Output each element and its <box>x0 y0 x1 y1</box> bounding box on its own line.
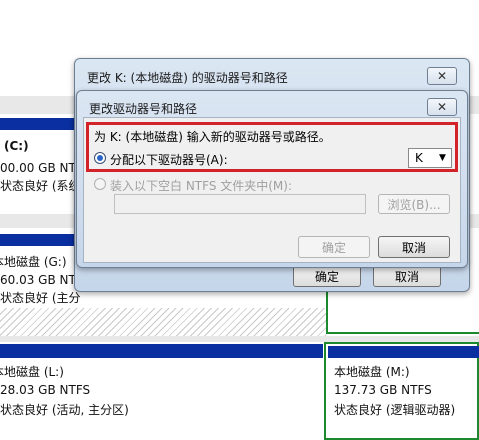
outer-cancel-button[interactable]: 取消 <box>373 265 441 287</box>
drive-letter-select[interactable]: K ▼ <box>408 148 452 168</box>
outer-ok-button[interactable]: 确定 <box>293 265 361 287</box>
partition-c-title: (C:) <box>4 139 29 153</box>
change-drive-letter-path-dialog: 更改驱动器号和路径 ✕ 为 K: (本地磁盘) 输入新的驱动器号或路径。 分配以… <box>76 90 468 268</box>
partition-m-status: 状态良好 (逻辑驱动器) <box>334 403 456 417</box>
chevron-down-icon: ▼ <box>439 153 446 163</box>
partition-m-header <box>328 346 479 358</box>
inner-dialog-client: 为 K: (本地磁盘) 输入新的驱动器号或路径。 分配以下驱动器号(A): K … <box>83 117 461 263</box>
inner-close-button[interactable]: ✕ <box>427 98 457 116</box>
partition-m-title: 本地磁盘 (M:) <box>334 365 410 379</box>
inner-cancel-button[interactable]: 取消 <box>378 236 450 258</box>
mount-folder-label: 装入以下空白 NTFS 文件夹中(M): <box>110 179 293 193</box>
partition-l-status: 状态良好 (活动, 主分区) <box>0 403 129 417</box>
outer-dialog-title: 更改 K: (本地磁盘) 的驱动器号和路径 <box>87 71 288 85</box>
partition-l[interactable]: 本地磁盘 (L:) 28.03 GB NTFS 状态良好 (活动, 主分区) <box>0 360 323 436</box>
partition-m-size: 137.73 GB NTFS <box>334 383 432 397</box>
assign-letter-label: 分配以下驱动器号(A): <box>110 153 228 167</box>
unallocated-space-hatch <box>0 308 326 336</box>
assign-letter-radio[interactable] <box>94 152 106 164</box>
mount-folder-path-input[interactable] <box>114 194 366 214</box>
partition-l-title: 本地磁盘 (L:) <box>0 365 64 379</box>
partition-l-size: 28.03 GB NTFS <box>0 383 91 397</box>
partition-c-status: 状态良好 (系统, <box>0 179 85 193</box>
inner-ok-button[interactable]: 确定 <box>298 236 370 258</box>
outer-close-button[interactable]: ✕ <box>427 67 457 85</box>
drive-letter-value: K <box>415 151 423 165</box>
partition-c[interactable]: (C:) 00.00 GB NTFS 状态良好 (系统, <box>0 132 90 202</box>
browse-button[interactable]: 浏览(B)... <box>378 194 450 214</box>
partition-g-status: 状态良好 (主分 <box>0 291 81 305</box>
close-icon: ✕ <box>436 69 448 83</box>
partition-l-header <box>0 344 323 358</box>
inner-dialog-title: 更改驱动器号和路径 <box>89 102 198 116</box>
mount-folder-radio[interactable] <box>94 178 106 190</box>
close-icon: ✕ <box>436 100 448 114</box>
partition-g[interactable]: 本地磁盘 (G:) 60.03 GB NTFS 状态良好 (主分 <box>0 248 90 308</box>
partition-m[interactable]: 本地磁盘 (M:) 137.73 GB NTFS 状态良好 (逻辑驱动器) <box>330 360 476 436</box>
partition-c-header <box>0 118 80 130</box>
partition-g-header <box>0 234 80 246</box>
partition-g-title: 本地磁盘 (G:) <box>0 255 67 269</box>
instruction-text: 为 K: (本地磁盘) 输入新的驱动器号或路径。 <box>94 130 331 144</box>
